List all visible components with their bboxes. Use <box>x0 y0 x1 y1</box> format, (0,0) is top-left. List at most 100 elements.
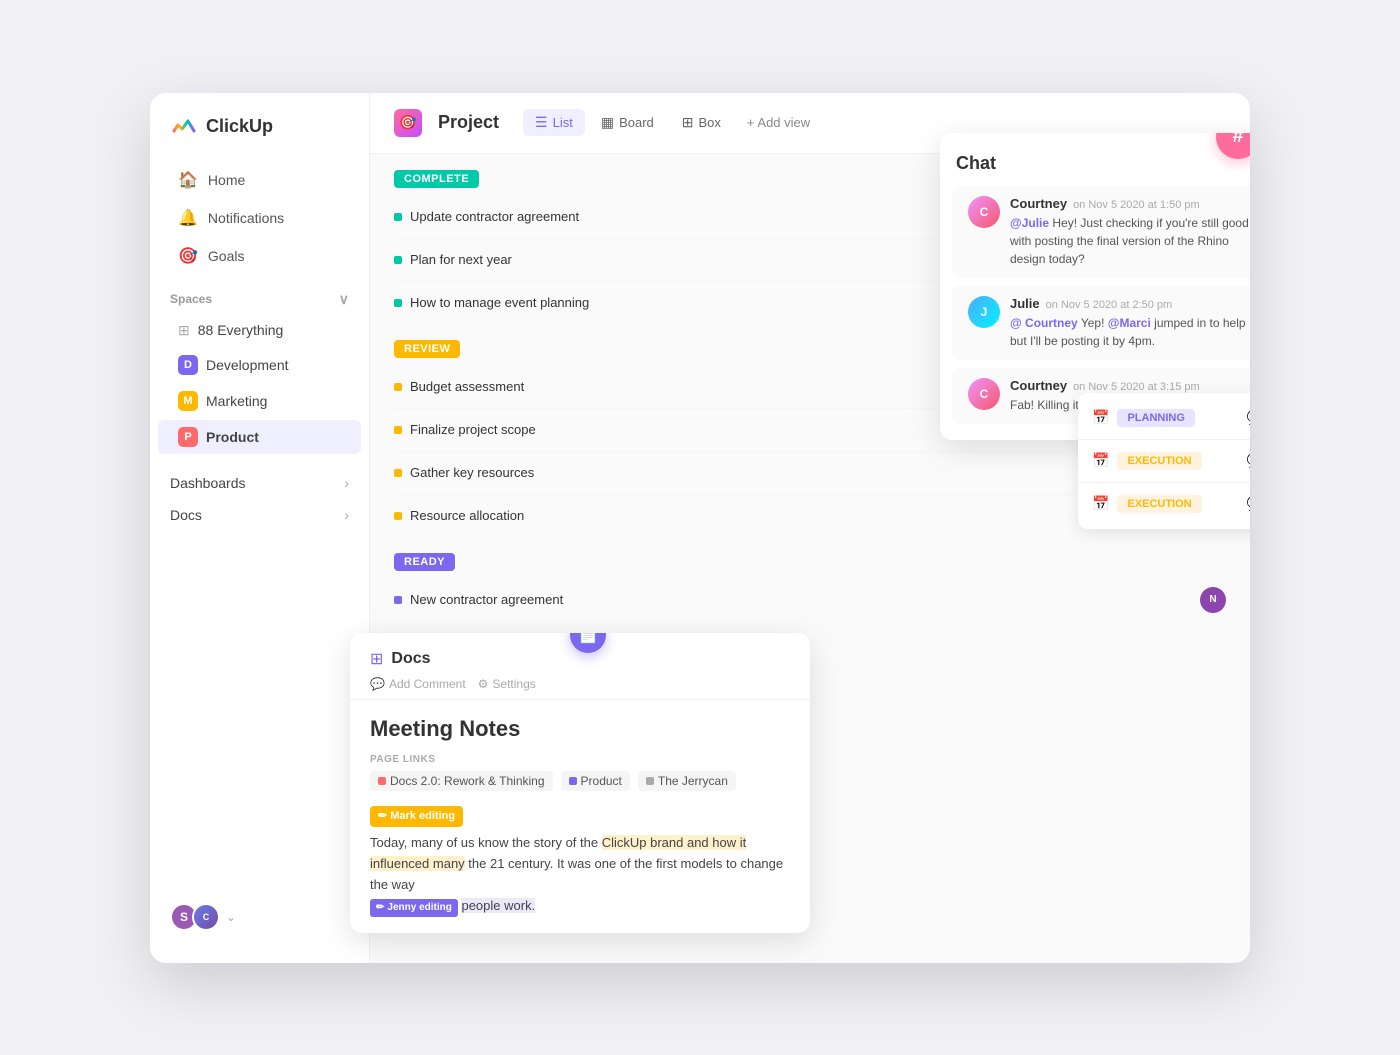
dev-badge: D <box>178 355 198 375</box>
calendar-icon: 📅 <box>1092 495 1109 512</box>
docs-content: Meeting Notes PAGE LINKS Docs 2.0: Rewor… <box>350 700 810 933</box>
page-links: Docs 2.0: Rework & Thinking Product The … <box>370 771 790 791</box>
mark-editing-tooltip: ✏ Mark editing <box>370 806 463 828</box>
docs-page-title: Meeting Notes <box>370 716 790 742</box>
chat-content-1: Courtney on Nov 5 2020 at 1:50 pm @Julie… <box>1010 196 1250 268</box>
prd-badge: P <box>178 427 198 447</box>
everything-icon: ⊞ <box>178 322 190 339</box>
chat-time-2: on Nov 5 2020 at 2:50 pm <box>1046 299 1173 311</box>
nav-notifications[interactable]: 🔔 Notifications <box>158 200 361 236</box>
sprint-badge-execution-1: EXECUTION <box>1117 452 1201 470</box>
space-prd[interactable]: P Product <box>158 420 361 454</box>
status-badge-complete: COMPLETE <box>394 170 479 188</box>
page-link-2[interactable]: Product <box>561 771 630 791</box>
add-comment-button[interactable]: 💬 Add Comment <box>370 677 466 691</box>
task-name: Gather key resources <box>410 465 1192 480</box>
mkt-label: Marketing <box>206 393 267 409</box>
spaces-label: Spaces <box>170 292 212 306</box>
box-icon: ⊞ <box>682 114 694 131</box>
nav-goals-label: Goals <box>208 248 245 264</box>
calendar-icon: 📅 <box>1092 452 1109 469</box>
sidebar: ClickUp 🏠 Home 🔔 Notifications 🎯 Goals S… <box>150 93 370 963</box>
dashboards-arrow: › <box>344 475 349 491</box>
view-tabs: ☰ List ▦ Board ⊞ Box + Add view <box>523 109 820 136</box>
page-link-label-2: Product <box>581 774 622 788</box>
chat-time-3: on Nov 5 2020 at 3:15 pm <box>1073 381 1200 393</box>
page-links-label: PAGE LINKS <box>370 754 790 765</box>
task-avatar: N <box>1200 587 1226 613</box>
section-ready-header: READY <box>394 553 1226 571</box>
space-dev[interactable]: D Development <box>158 348 361 382</box>
tab-board-label: Board <box>619 115 654 130</box>
list-icon: ☰ <box>535 114 548 131</box>
tab-list[interactable]: ☰ List <box>523 109 585 136</box>
nav-goals[interactable]: 🎯 Goals <box>158 238 361 274</box>
task-dot-yellow <box>394 426 402 434</box>
chat-text-1: @Julie Hey! Just checking if you're stil… <box>1010 214 1250 268</box>
chat-time-1: on Nov 5 2020 at 1:50 pm <box>1073 199 1200 211</box>
calendar-icon: 📅 <box>1092 409 1109 426</box>
sprint-row-3: 📅 EXECUTION 💬 <box>1078 487 1250 521</box>
page-link-label-1: Docs 2.0: Rework & Thinking <box>390 774 545 788</box>
task-dot-yellow <box>394 512 402 520</box>
divider <box>1078 482 1250 483</box>
nav-notifications-label: Notifications <box>208 210 284 226</box>
section-ready: READY New contractor agreement N <box>394 553 1226 621</box>
page-link-1[interactable]: Docs 2.0: Rework & Thinking <box>370 771 553 791</box>
home-icon: 🏠 <box>178 170 198 190</box>
nav-home-label: Home <box>208 172 245 188</box>
mkt-badge: M <box>178 391 198 411</box>
docs-icon: ⊞ <box>370 649 383 669</box>
mention: @ Courtney <box>1010 316 1078 330</box>
settings-button[interactable]: ⚙ Settings <box>478 677 536 691</box>
page-link-3[interactable]: The Jerrycan <box>638 771 736 791</box>
status-badge-ready: READY <box>394 553 455 571</box>
chat-content-2: Julie on Nov 5 2020 at 2:50 pm @ Courtne… <box>1010 296 1250 350</box>
nav-home[interactable]: 🏠 Home <box>158 162 361 198</box>
chat-header-1: Courtney on Nov 5 2020 at 1:50 pm <box>1010 196 1250 211</box>
sprint-row-1: 📅 PLANNING 💬 <box>1078 401 1250 435</box>
chat-username-3: Courtney <box>1010 378 1067 393</box>
chat-avatar-courtney: C <box>968 196 1000 228</box>
tab-box-label: Box <box>699 115 721 130</box>
task-dot-blue <box>394 596 402 604</box>
task-name: Resource allocation <box>410 508 1192 523</box>
logo-area[interactable]: ClickUp <box>150 113 369 161</box>
tab-box[interactable]: ⊞ Box <box>670 109 733 136</box>
add-view-label: + Add view <box>747 115 810 130</box>
hash-icon: # <box>1232 133 1243 149</box>
task-name: New contractor agreement <box>410 592 1192 607</box>
chat-message-1: C Courtney on Nov 5 2020 at 1:50 pm @Jul… <box>952 186 1250 278</box>
task-dot-yellow <box>394 469 402 477</box>
bell-icon: 🔔 <box>178 208 198 228</box>
tab-board[interactable]: ▦ Board <box>589 109 666 136</box>
task-dot-green <box>394 213 402 221</box>
settings-icon: ⚙ <box>478 677 489 691</box>
body-text-blue: people work. <box>461 898 535 913</box>
jenny-edit-icon: ✏ <box>376 900 384 916</box>
space-mkt[interactable]: M Marketing <box>158 384 361 418</box>
comment-icon: 💬 <box>370 677 385 691</box>
link-dot-gray <box>646 777 654 785</box>
board-icon: ▦ <box>601 114 614 131</box>
avatar-c: C <box>192 903 220 931</box>
sprint-panel: 📅 PLANNING 💬 📅 EXECUTION 💬 📅 EXECUTION 💬 <box>1078 393 1250 529</box>
spaces-chevron[interactable]: ∨ <box>339 291 349 308</box>
dashboards-section[interactable]: Dashboards › <box>150 467 369 499</box>
mention: @Julie <box>1010 216 1049 230</box>
chat-header-2: Julie on Nov 5 2020 at 2:50 pm <box>1010 296 1250 311</box>
task-dot-green <box>394 299 402 307</box>
chat-username-2: Julie <box>1010 296 1040 311</box>
project-icon: 🎯 <box>394 109 422 137</box>
table-row[interactable]: New contractor agreement N <box>394 579 1226 621</box>
chat-username-1: Courtney <box>1010 196 1067 211</box>
add-view-button[interactable]: + Add view <box>737 110 820 135</box>
logo-text: ClickUp <box>206 116 273 137</box>
page-link-label-3: The Jerrycan <box>658 774 728 788</box>
chat-avatar-julie: J <box>968 296 1000 328</box>
everything-item[interactable]: ⊞ 88 Everything <box>158 315 361 346</box>
status-badge-review: REVIEW <box>394 340 460 358</box>
avatar-stack: S C <box>170 903 220 931</box>
docs-arrow: › <box>344 507 349 523</box>
docs-section[interactable]: Docs › <box>150 499 369 531</box>
